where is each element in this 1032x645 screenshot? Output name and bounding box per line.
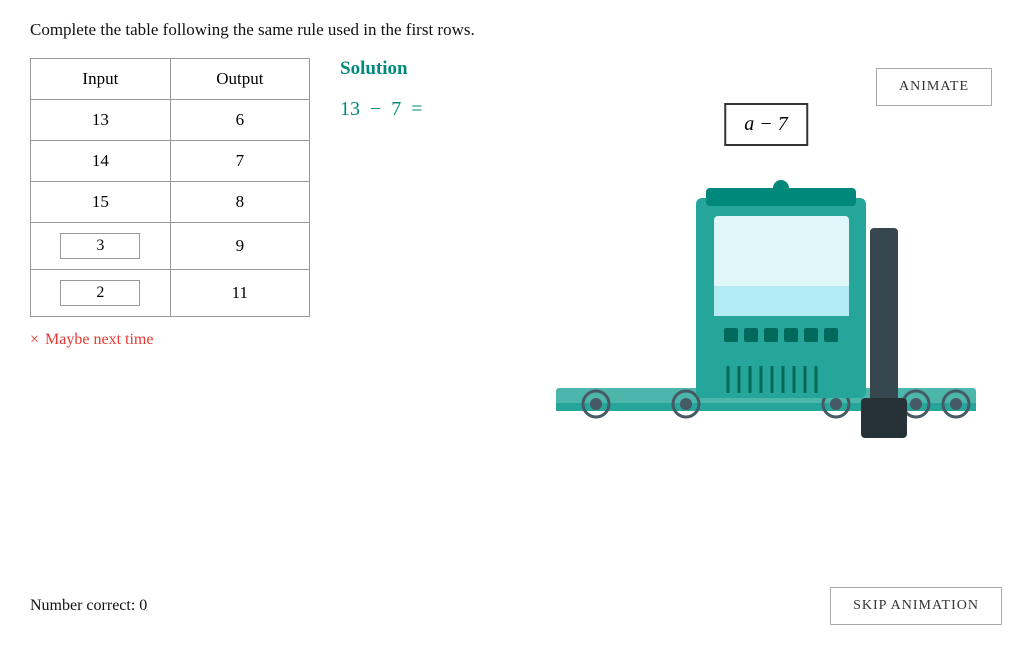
output-cell-1: 6 [170,100,309,141]
num-correct-label: Number correct: 0 [30,597,147,615]
output-cell-3: 8 [170,182,309,223]
instruction-text: Complete the table following the same ru… [30,20,1002,40]
input-cell-1: 13 [31,100,171,141]
solution-equation: 13 − 7 = [340,98,500,121]
col-header-input: Input [31,59,171,100]
machine-svg [556,98,976,468]
machine-area: ANIMATE a − 7 [530,58,1002,473]
content-area: Input Output 13 6 14 7 15 8 [30,58,1002,473]
main-container: Complete the table following the same ru… [0,0,1032,493]
input-field-5[interactable] [60,280,140,306]
output-cell-5: 11 [170,270,309,317]
solution-section: Solution 13 − 7 = [340,58,500,121]
feedback-text: Maybe next time [45,331,153,349]
io-table: Input Output 13 6 14 7 15 8 [30,58,310,317]
table-row: 15 8 [31,182,310,223]
table-row: 11 [31,270,310,317]
bottom-bar: Number correct: 0 SKIP ANIMATION [30,587,1002,625]
skip-animation-button[interactable]: SKIP ANIMATION [830,587,1002,625]
x-icon: × [30,331,39,349]
col-header-output: Output [170,59,309,100]
table-section: Input Output 13 6 14 7 15 8 [30,58,310,349]
machine-illustration: a − 7 [556,98,976,473]
feedback-message: × Maybe next time [30,331,310,349]
input-cell-2: 14 [31,141,171,182]
eq-part-1: 13 [340,98,360,121]
formula-text: a − 7 [744,113,788,135]
table-row: 13 6 [31,100,310,141]
input-cell-3: 15 [31,182,171,223]
eq-part-4: = [411,98,422,121]
formula-box: a − 7 [724,103,808,146]
output-cell-2: 7 [170,141,309,182]
eq-part-2: − [370,98,381,121]
table-row: 9 [31,223,310,270]
input-cell-4 [31,223,171,270]
input-cell-5 [31,270,171,317]
solution-title: Solution [340,58,500,80]
eq-part-3: 7 [391,98,401,121]
table-row: 14 7 [31,141,310,182]
input-field-4[interactable] [60,233,140,259]
output-cell-4: 9 [170,223,309,270]
